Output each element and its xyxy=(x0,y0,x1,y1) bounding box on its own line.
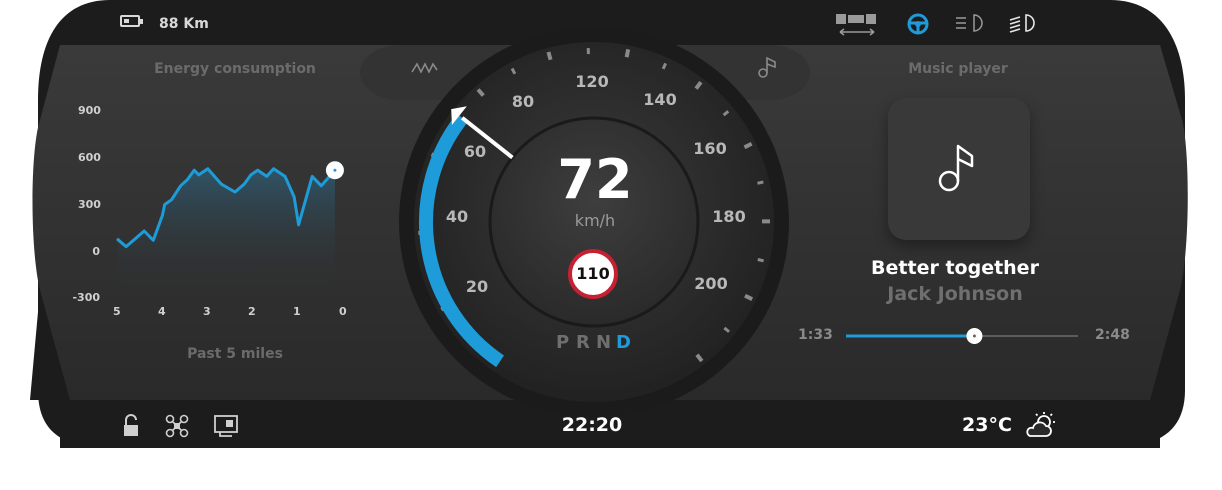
dial-number: 20 xyxy=(465,277,489,296)
dial-number: 120 xyxy=(575,72,609,91)
dial-tick xyxy=(757,180,764,185)
music-note-icon xyxy=(938,144,974,192)
dial-tick xyxy=(694,80,703,90)
dial-number: 180 xyxy=(712,207,746,226)
dial-tick xyxy=(757,258,764,263)
camera-icon[interactable] xyxy=(213,414,239,438)
album-art xyxy=(888,98,1030,240)
dial-tick xyxy=(723,326,730,333)
total-time: 2:48 xyxy=(1095,327,1130,343)
gear-d: D xyxy=(616,332,633,353)
dial-tick xyxy=(546,51,553,61)
music-title: Music player xyxy=(908,61,1008,77)
dial-tick xyxy=(722,110,730,117)
dial-number: 40 xyxy=(445,207,469,226)
dial-tick xyxy=(624,48,631,58)
clock: 22:20 xyxy=(561,414,623,436)
dial-tick xyxy=(744,293,754,301)
dial-tick xyxy=(695,353,704,363)
song-artist: Jack Johnson xyxy=(887,283,1023,305)
lock-icon[interactable] xyxy=(122,414,140,438)
gear-n: N xyxy=(596,332,614,353)
gear-p: P xyxy=(556,332,572,353)
speed-unit: km/h xyxy=(574,211,616,230)
speed-readout: 72 xyxy=(557,148,633,211)
energy-mode-icon[interactable] xyxy=(410,58,440,78)
playback-progress-slider[interactable] xyxy=(844,326,1080,346)
dial-tick xyxy=(661,62,667,70)
dial-number: 140 xyxy=(643,90,677,109)
dial-number: 60 xyxy=(463,142,487,161)
partly-cloudy-icon xyxy=(1026,412,1055,437)
dial-tick xyxy=(476,88,485,97)
temperature: 23°C xyxy=(962,414,1012,436)
music-mode-icon[interactable] xyxy=(756,54,780,80)
progress-knob-dot xyxy=(972,334,976,338)
dial-number: 200 xyxy=(694,274,728,293)
dial-number: 80 xyxy=(511,92,535,111)
drone-icon[interactable] xyxy=(165,414,189,438)
speed-limit-sign: 110 xyxy=(568,249,618,299)
gear-r: R xyxy=(576,332,592,353)
dial-tick xyxy=(510,67,517,75)
elapsed-time: 1:33 xyxy=(798,327,833,343)
dial-tick xyxy=(743,141,753,150)
song-title: Better together xyxy=(871,257,1039,279)
instrument-cluster: 88 Km Energy consumption 900 600 300 0 -… xyxy=(0,0,1222,490)
dial-number: 160 xyxy=(693,139,727,158)
